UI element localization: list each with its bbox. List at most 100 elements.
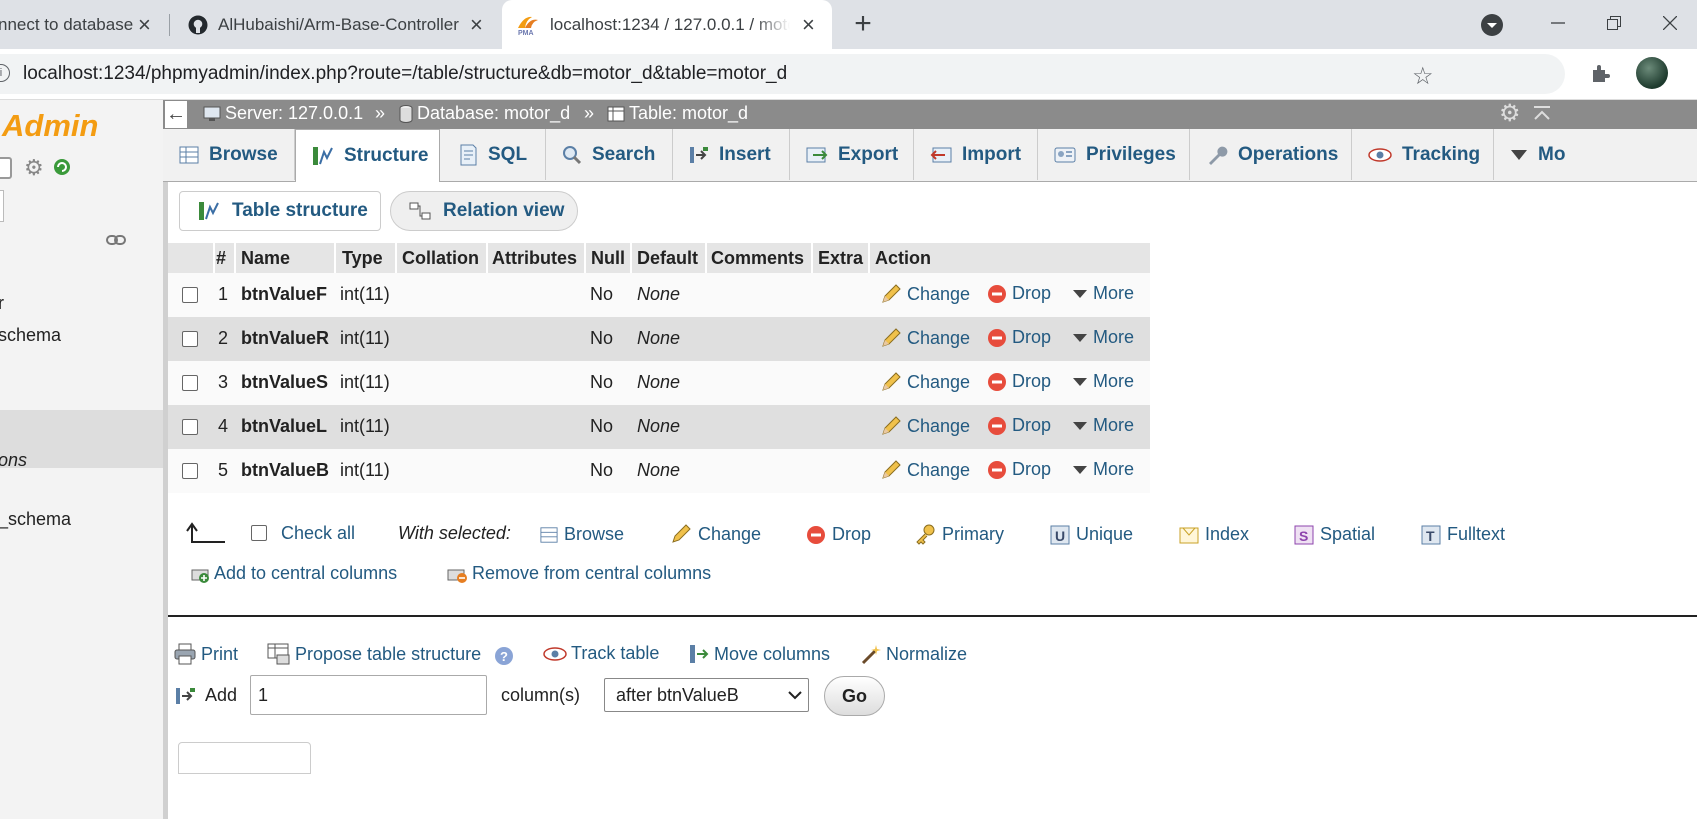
row-checkbox[interactable] <box>182 375 198 391</box>
more-dropdown[interactable]: More <box>1072 415 1134 436</box>
nav-home-icon[interactable] <box>0 157 12 179</box>
browser-tab-github[interactable]: AlHubaishi/Arm-Base-Controller × <box>170 0 500 49</box>
column-header[interactable]: Attributes <box>492 248 577 269</box>
drop-link[interactable]: Drop <box>987 371 1051 392</box>
column-count-input[interactable] <box>250 675 487 715</box>
breadcrumb-database[interactable]: Database: motor_d <box>399 103 570 124</box>
column-header[interactable]: Action <box>875 248 931 269</box>
breadcrumb-table[interactable]: Table: motor_d <box>607 103 748 124</box>
breadcrumb-server[interactable]: Server: 127.0.0.1 <box>203 103 363 124</box>
normalize-button[interactable]: Normalize <box>860 643 967 665</box>
drop-link[interactable]: Drop <box>987 283 1051 304</box>
row-checkbox[interactable] <box>182 287 198 303</box>
column-name[interactable]: btnValueS <box>241 372 328 393</box>
bulk-browse-button[interactable]: Browse <box>540 524 624 545</box>
check-all-checkbox[interactable] <box>251 525 267 541</box>
column-header[interactable]: Default <box>637 248 698 269</box>
more-dropdown[interactable]: More <box>1072 283 1134 304</box>
change-link[interactable]: Change <box>880 327 970 349</box>
nav-filter-box[interactable] <box>0 190 4 222</box>
help-icon[interactable]: ? <box>494 646 514 666</box>
change-link[interactable]: Change <box>880 459 970 481</box>
close-icon[interactable]: × <box>802 12 815 38</box>
bulk-primary-button[interactable]: Primary <box>914 523 1004 545</box>
tab-privileges[interactable]: Privileges <box>1038 129 1190 180</box>
collapse-top-icon[interactable] <box>1533 105 1551 123</box>
nav-db-item[interactable]: _schema <box>0 509 71 530</box>
nav-db-item[interactable]: r <box>0 293 4 314</box>
minimize-button[interactable] <box>1530 0 1586 45</box>
table-structure-button[interactable]: Table structure <box>179 191 381 231</box>
bulk-unique-button[interactable]: U Unique <box>1050 524 1133 545</box>
tab-export[interactable]: Export <box>790 129 914 180</box>
more-dropdown[interactable]: More <box>1072 371 1134 392</box>
tab-tracking[interactable]: Tracking <box>1352 129 1494 180</box>
column-header[interactable]: Null <box>591 248 625 269</box>
remove-central-columns-button[interactable]: Remove from central columns <box>446 563 711 584</box>
browser-tab-connect[interactable]: nnect to database × <box>0 0 168 49</box>
more-dropdown[interactable]: More <box>1072 459 1134 480</box>
column-header[interactable]: Extra <box>818 248 863 269</box>
link-icon[interactable] <box>106 233 126 247</box>
drop-link[interactable]: Drop <box>987 415 1051 436</box>
change-link[interactable]: Change <box>880 415 970 437</box>
bookmark-star-icon[interactable]: ☆ <box>1412 62 1434 91</box>
column-header[interactable]: # <box>216 248 226 269</box>
tab-more[interactable]: Mo <box>1494 129 1697 180</box>
tab-insert[interactable]: Insert <box>673 129 790 180</box>
settings-gear-icon[interactable]: ⚙ <box>24 157 44 179</box>
column-name[interactable]: btnValueL <box>241 416 327 437</box>
relation-view-button[interactable]: Relation view <box>390 191 578 231</box>
tab-search-icon[interactable] <box>1480 13 1504 37</box>
column-name[interactable]: btnValueB <box>241 460 329 481</box>
column-header[interactable]: Name <box>241 248 290 269</box>
close-icon[interactable]: × <box>138 12 151 38</box>
column-position-select[interactable]: after btnValueB <box>604 678 809 712</box>
tab-browse[interactable]: Browse <box>163 129 295 180</box>
row-checkbox[interactable] <box>182 331 198 347</box>
settings-gear-icon[interactable]: ⚙ <box>1499 101 1521 127</box>
browser-tab-phpmyadmin[interactable]: PMA localhost:1234 / 127.0.0.1 / motor_d… <box>502 0 832 49</box>
drop-link[interactable]: Drop <box>987 327 1051 348</box>
tab-structure[interactable]: Structure <box>295 129 440 182</box>
site-info-icon[interactable]: i <box>0 64 10 82</box>
move-columns-button[interactable]: Move columns <box>688 643 830 665</box>
bulk-drop-button[interactable]: Drop <box>806 524 871 545</box>
tab-import[interactable]: Import <box>914 129 1038 180</box>
column-header[interactable]: Collation <box>402 248 479 269</box>
tab-sql[interactable]: SQL <box>442 129 546 180</box>
restore-button[interactable] <box>1586 0 1642 45</box>
column-name[interactable]: btnValueF <box>241 284 327 305</box>
tab-search[interactable]: Search <box>546 129 673 180</box>
add-central-columns-button[interactable]: Add to central columns <box>190 563 397 584</box>
bulk-change-button[interactable]: Change <box>670 523 761 545</box>
change-link[interactable]: Change <box>880 283 970 305</box>
nav-db-item[interactable]: schema <box>0 325 61 346</box>
profile-avatar[interactable] <box>1636 57 1668 89</box>
row-checkbox[interactable] <box>182 463 198 479</box>
track-table-button[interactable]: Track table <box>543 643 659 664</box>
close-window-button[interactable] <box>1642 0 1697 45</box>
print-button[interactable]: Print <box>173 643 238 665</box>
column-header[interactable]: Comments <box>711 248 804 269</box>
change-link[interactable]: Change <box>880 371 970 393</box>
propose-table-structure-button[interactable]: Propose table structure <box>267 643 481 665</box>
go-button[interactable]: Go <box>824 676 885 716</box>
column-header[interactable]: Type <box>342 248 383 269</box>
reload-icon[interactable] <box>52 157 72 177</box>
extensions-icon[interactable] <box>1590 62 1612 84</box>
tab-operations[interactable]: Operations <box>1190 129 1352 180</box>
collapse-nav-icon[interactable]: ← <box>165 101 187 128</box>
column-name[interactable]: btnValueR <box>241 328 329 349</box>
close-icon[interactable]: × <box>470 12 483 38</box>
row-checkbox[interactable] <box>182 419 198 435</box>
bulk-spatial-button[interactable]: S Spatial <box>1294 524 1375 545</box>
more-dropdown[interactable]: More <box>1072 327 1134 348</box>
address-bar[interactable]: i localhost:1234/phpmyadmin/index.php?ro… <box>0 54 1565 94</box>
check-all-label[interactable]: Check all <box>281 523 355 544</box>
bulk-index-button[interactable]: Index <box>1179 524 1249 545</box>
bulk-fulltext-button[interactable]: T Fulltext <box>1421 524 1505 545</box>
new-tab-button[interactable]: + <box>848 9 878 39</box>
nav-db-item[interactable]: ons <box>0 450 27 471</box>
drop-link[interactable]: Drop <box>987 459 1051 480</box>
